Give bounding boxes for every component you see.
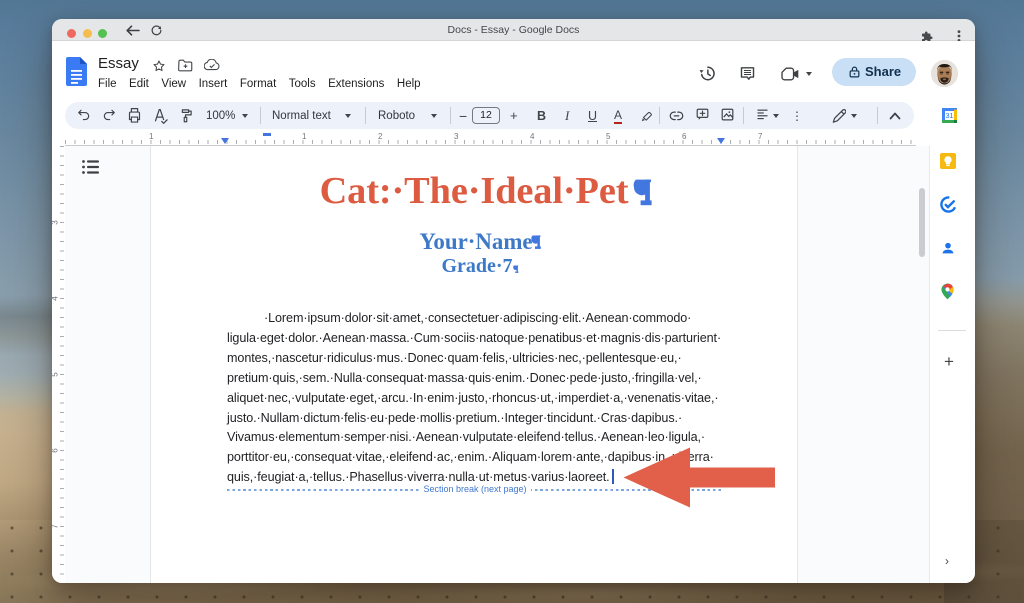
svg-text:31: 31 [946, 113, 954, 120]
